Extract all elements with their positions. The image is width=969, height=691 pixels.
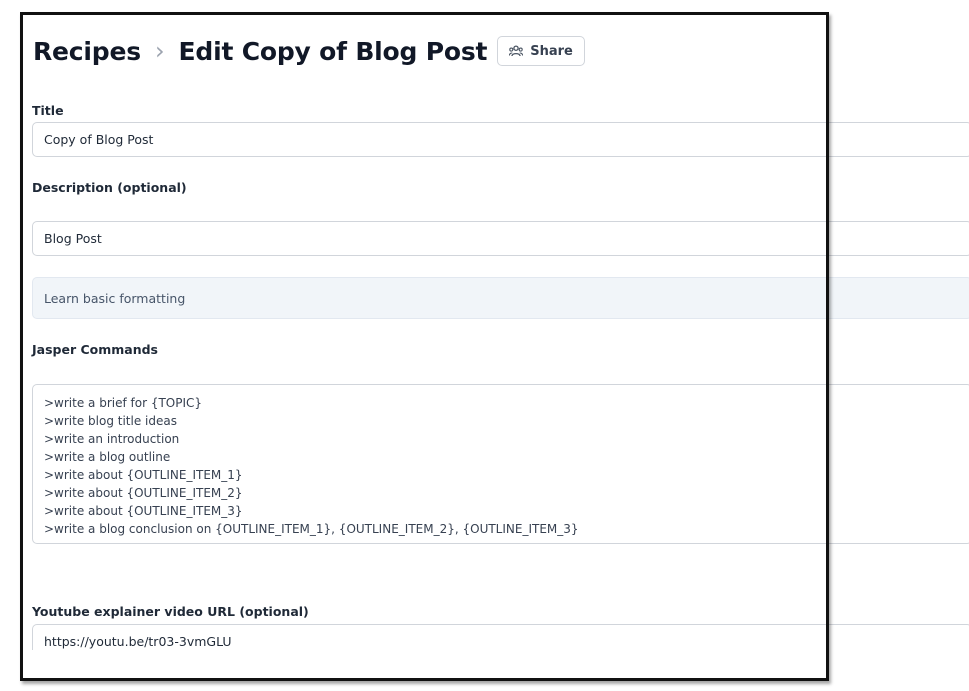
title-label: Title bbox=[32, 103, 64, 118]
description-label: Description (optional) bbox=[32, 180, 187, 195]
title-input[interactable]: Copy of Blog Post bbox=[32, 122, 969, 157]
share-button-label: Share bbox=[530, 43, 573, 59]
page-header: Recipes › Edit Copy of Blog Post Share bbox=[33, 31, 585, 71]
learn-formatting-link[interactable]: Learn basic formatting bbox=[32, 277, 969, 319]
breadcrumb-recipes[interactable]: Recipes bbox=[33, 37, 141, 66]
description-input-value: Blog Post bbox=[44, 231, 102, 246]
command-line: >write an introduction bbox=[44, 432, 180, 446]
learn-formatting-text: Learn basic formatting bbox=[44, 290, 186, 306]
command-line: >write blog title ideas bbox=[44, 414, 177, 428]
screenshot-canvas: Recipes › Edit Copy of Blog Post Share T… bbox=[0, 0, 969, 691]
share-users-icon bbox=[509, 45, 524, 57]
video-url-label: Youtube explainer video URL (optional) bbox=[32, 604, 309, 619]
jasper-commands-textarea[interactable]: >write a brief for {TOPIC} >write blog t… bbox=[32, 384, 969, 544]
page-title: Edit Copy of Blog Post bbox=[178, 36, 488, 66]
command-line: >write about {OUTLINE_ITEM_2} bbox=[44, 486, 243, 500]
video-url-input[interactable]: https://youtu.be/tr03-3vmGLU bbox=[32, 624, 969, 650]
recipe-editor: Recipes › Edit Copy of Blog Post Share T… bbox=[22, 14, 969, 650]
breadcrumb-chevron-icon: › bbox=[154, 37, 165, 65]
command-line: >write about {OUTLINE_ITEM_3} bbox=[44, 504, 243, 518]
jasper-commands-label: Jasper Commands bbox=[32, 342, 159, 357]
title-input-value: Copy of Blog Post bbox=[44, 132, 154, 147]
command-line: >write a brief for {TOPIC} bbox=[44, 396, 203, 410]
command-line: >write a blog outline bbox=[44, 450, 171, 464]
command-line: >write about {OUTLINE_ITEM_1} bbox=[44, 468, 243, 482]
command-line: >write a blog conclusion on {OUTLINE_ITE… bbox=[44, 522, 579, 536]
description-input[interactable]: Blog Post bbox=[32, 221, 969, 256]
share-button[interactable]: Share bbox=[497, 36, 585, 66]
video-url-value: https://youtu.be/tr03-3vmGLU bbox=[44, 634, 232, 649]
